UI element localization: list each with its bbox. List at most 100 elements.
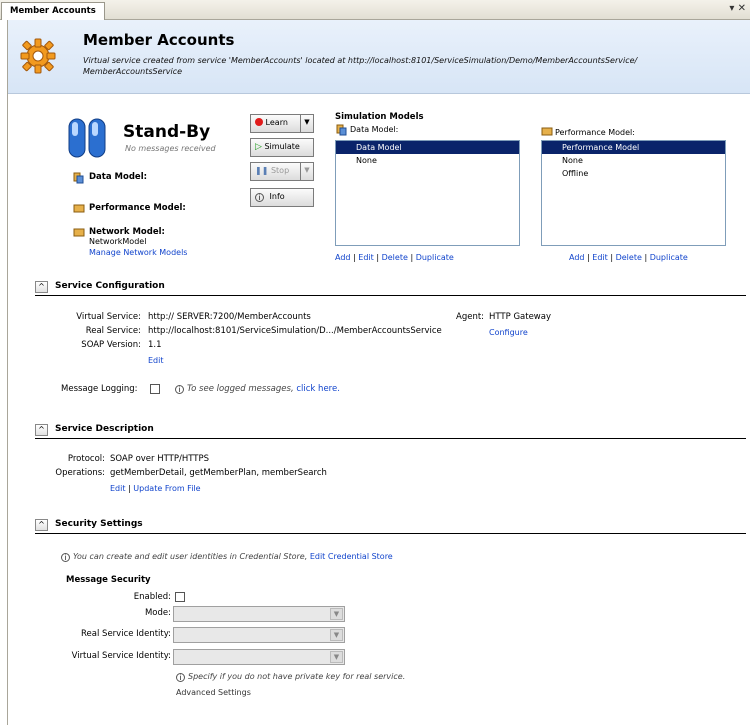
- data-model-delete-link[interactable]: Delete: [382, 253, 408, 262]
- real-service-value: http://localhost:8101/ServiceSimulation/…: [148, 326, 442, 336]
- list-item[interactable]: Data Model: [336, 141, 519, 154]
- operations-value: getMemberDetail, getMemberPlan, memberSe…: [110, 468, 327, 478]
- data-model-add-link[interactable]: Add: [335, 253, 351, 262]
- tab-member-accounts[interactable]: Member Accounts: [1, 2, 105, 20]
- advanced-settings-link[interactable]: Advanced Settings: [176, 688, 251, 697]
- mode-select[interactable]: ▼: [173, 606, 345, 622]
- enabled-checkbox[interactable]: [175, 592, 185, 602]
- enabled-label: Enabled:: [133, 592, 171, 602]
- list-item[interactable]: None: [542, 154, 725, 167]
- status-title: Stand-By: [123, 122, 211, 142]
- stop-button[interactable]: ❚❚ Stop ▼: [250, 162, 314, 181]
- message-logging-note: i To see logged messages, click here.: [175, 384, 340, 394]
- content-frame: Member Accounts Virtual service created …: [7, 20, 750, 725]
- edit-credential-store-link[interactable]: Edit Credential Store: [310, 552, 393, 561]
- service-configuration-header: ^ Service Configuration: [35, 280, 746, 296]
- separator: |: [610, 253, 614, 262]
- collapse-toggle-icon[interactable]: ^: [35, 281, 48, 293]
- message-security-title: Message Security: [66, 575, 151, 585]
- data-model-label: Data Model:: [89, 172, 148, 182]
- separator: |: [644, 253, 648, 262]
- pause-icon: ❚❚: [255, 166, 269, 175]
- list-item[interactable]: Performance Model: [542, 141, 725, 154]
- stop-label: Stop: [270, 166, 290, 175]
- section-title: Service Configuration: [55, 281, 165, 291]
- edit-description-link[interactable]: Edit: [110, 484, 126, 493]
- simulation-models-title: Simulation Models: [335, 112, 424, 122]
- performance-model-list[interactable]: Performance Model None Offline: [541, 140, 726, 246]
- data-model-edit-link[interactable]: Edit: [358, 253, 374, 262]
- learn-label: Learn: [265, 118, 288, 127]
- chevron-down-icon: ▼: [330, 651, 343, 663]
- agent-label: Agent:: [456, 312, 485, 322]
- real-identity-label: Real Service Identity:: [81, 629, 171, 639]
- list-item[interactable]: Offline: [542, 167, 725, 180]
- perf-model-delete-link[interactable]: Delete: [616, 253, 642, 262]
- chevron-down-icon: ▼: [330, 629, 343, 641]
- real-identity-select[interactable]: ▼: [173, 627, 345, 643]
- sim-data-model-icon: [336, 124, 348, 136]
- performance-model-actions: Add | Edit | Delete | Duplicate: [569, 253, 688, 262]
- collapse-toggle-icon[interactable]: ^: [35, 519, 48, 531]
- message-logging-checkbox[interactable]: [150, 384, 160, 394]
- page-title: Member Accounts: [83, 31, 235, 49]
- separator: |: [353, 253, 356, 262]
- credential-store-note: i You can create and edit user identities…: [61, 552, 393, 562]
- sim-data-model-label: Data Model:: [350, 125, 399, 134]
- virtual-identity-select[interactable]: ▼: [173, 649, 345, 665]
- message-logging-label: Message Logging:: [61, 384, 138, 394]
- data-model-actions: Add | Edit | Delete | Duplicate: [335, 253, 454, 262]
- identity-hint: i Specify if you do not have private key …: [176, 672, 405, 682]
- mode-label: Mode:: [144, 608, 171, 618]
- click-here-link[interactable]: click here.: [296, 384, 340, 394]
- virtual-service-label: Virtual Service:: [76, 312, 141, 322]
- identity-hint-text: Specify if you do not have private key f…: [188, 672, 406, 681]
- network-model-label: Network Model:: [89, 227, 165, 237]
- tab-controls[interactable]: ▾ ✕: [729, 3, 746, 14]
- info-button[interactable]: i Info: [250, 188, 314, 207]
- edit-service-config-link[interactable]: Edit: [148, 356, 164, 365]
- data-model-duplicate-link[interactable]: Duplicate: [416, 253, 454, 262]
- perf-model-duplicate-link[interactable]: Duplicate: [650, 253, 688, 262]
- stop-dropdown-arrow[interactable]: ▼: [300, 163, 313, 180]
- sim-performance-model-label: Performance Model:: [555, 128, 635, 137]
- section-title: Security Settings: [55, 519, 143, 529]
- perf-model-add-link[interactable]: Add: [569, 253, 585, 262]
- record-icon: [255, 118, 263, 126]
- separator: |: [376, 253, 380, 262]
- info-icon: i: [175, 385, 184, 394]
- play-icon: ▷: [255, 142, 262, 152]
- protocol-label: Protocol:: [67, 454, 105, 464]
- learn-button[interactable]: Learn ▼: [250, 114, 314, 133]
- standby-status-icon: [68, 118, 106, 158]
- separator: |: [410, 253, 414, 262]
- real-service-label: Real Service:: [85, 326, 141, 336]
- info-icon: i: [255, 193, 264, 202]
- performance-model-icon: [73, 203, 85, 213]
- configure-agent-link[interactable]: Configure: [489, 328, 528, 337]
- simulate-label: Simulate: [264, 142, 300, 151]
- network-model-value: NetworkModel: [89, 237, 147, 246]
- update-from-file-link[interactable]: Update From File: [133, 484, 200, 493]
- simulate-button[interactable]: ▷ Simulate: [250, 138, 314, 157]
- security-settings-header: ^ Security Settings: [35, 518, 746, 534]
- separator: |: [128, 484, 131, 493]
- performance-model-label: Performance Model:: [89, 203, 186, 213]
- separator: |: [587, 253, 590, 262]
- manage-network-models-link[interactable]: Manage Network Models: [89, 248, 187, 257]
- data-model-list[interactable]: Data Model None: [335, 140, 520, 246]
- perf-model-edit-link[interactable]: Edit: [592, 253, 608, 262]
- service-description-header: ^ Service Description: [35, 423, 746, 439]
- info-label: Info: [269, 192, 285, 201]
- soap-version-label: SOAP Version:: [81, 340, 141, 350]
- tab-bar: Member Accounts ▾ ✕: [0, 0, 750, 20]
- learn-dropdown-arrow[interactable]: ▼: [300, 115, 313, 132]
- credential-note-text: You can create and edit user identities …: [73, 552, 308, 561]
- data-model-icon: [73, 172, 85, 184]
- page-subtitle: Virtual service created from service 'Me…: [83, 56, 638, 76]
- list-item[interactable]: None: [336, 154, 519, 167]
- header-banner: Member Accounts Virtual service created …: [8, 20, 750, 94]
- virtual-identity-label: Virtual Service Identity:: [71, 651, 171, 661]
- service-description-actions: Edit | Update From File: [110, 484, 201, 493]
- collapse-toggle-icon[interactable]: ^: [35, 424, 48, 436]
